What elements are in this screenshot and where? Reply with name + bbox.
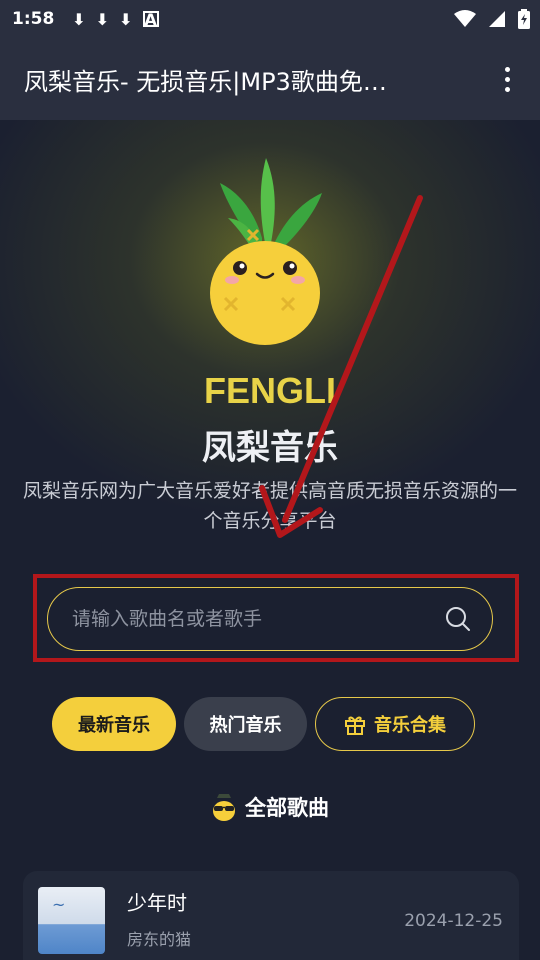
- song-name: 少年时: [127, 891, 187, 915]
- search-input[interactable]: [72, 608, 444, 630]
- pineapple-sunglasses-icon: [213, 794, 235, 821]
- search-bar: [47, 587, 493, 651]
- pineapple-logo: [210, 158, 322, 345]
- tab-hot-music[interactable]: 热门音乐: [184, 697, 307, 751]
- tab-music-collection-label: 音乐合集: [374, 715, 446, 736]
- gift-icon: [345, 716, 365, 735]
- system-icons: [454, 9, 530, 29]
- status-time: 1:58: [12, 9, 55, 29]
- song-list-item[interactable]: ~ 少年时 房东的猫 2024-12-25: [23, 871, 519, 960]
- tab-latest-music[interactable]: 最新音乐: [52, 697, 176, 751]
- wifi-icon: [454, 10, 476, 27]
- song-date: 2024-12-25: [404, 911, 503, 931]
- song-info: 少年时 房东的猫: [127, 887, 191, 950]
- signal-icon: [489, 11, 505, 27]
- hero-section: FENGLI 凤梨音乐 凤梨音乐网为广大音乐爱好者提供高音质无损音乐资源的一个音…: [0, 120, 540, 960]
- site-description: 凤梨音乐网为广大音乐爱好者提供高音质无损音乐资源的一个音乐分享平台: [22, 480, 517, 532]
- song-cover: ~: [38, 887, 105, 954]
- page-title: 凤梨音乐- 无损音乐|MP3歌曲免…: [24, 67, 387, 96]
- category-tabs: 最新音乐 热门音乐 音乐合集: [52, 697, 475, 751]
- more-vert-icon[interactable]: [499, 61, 516, 98]
- notification-icons: ⬇ ⬇ ⬇ A: [72, 9, 159, 29]
- brand-chinese: 凤梨音乐: [202, 428, 338, 468]
- app-bar: 凤梨音乐- 无损音乐|MP3歌曲免…: [0, 38, 540, 120]
- status-bar: 1:58 ⬇ ⬇ ⬇ A: [0, 0, 540, 38]
- section-title: 全部歌曲: [245, 796, 329, 820]
- download-icon: ⬇: [95, 9, 110, 29]
- a-icon: A: [142, 9, 159, 29]
- section-all-songs: 全部歌曲: [0, 792, 540, 822]
- tab-music-collection[interactable]: 音乐合集: [315, 697, 475, 751]
- brand-english: FENGLI: [204, 370, 336, 411]
- battery-charging-icon: [518, 9, 530, 29]
- search-icon[interactable]: [444, 605, 472, 633]
- download-icon: ⬇: [119, 9, 133, 29]
- song-artist: 房东的猫: [127, 930, 192, 949]
- download-icon: ⬇: [72, 9, 86, 29]
